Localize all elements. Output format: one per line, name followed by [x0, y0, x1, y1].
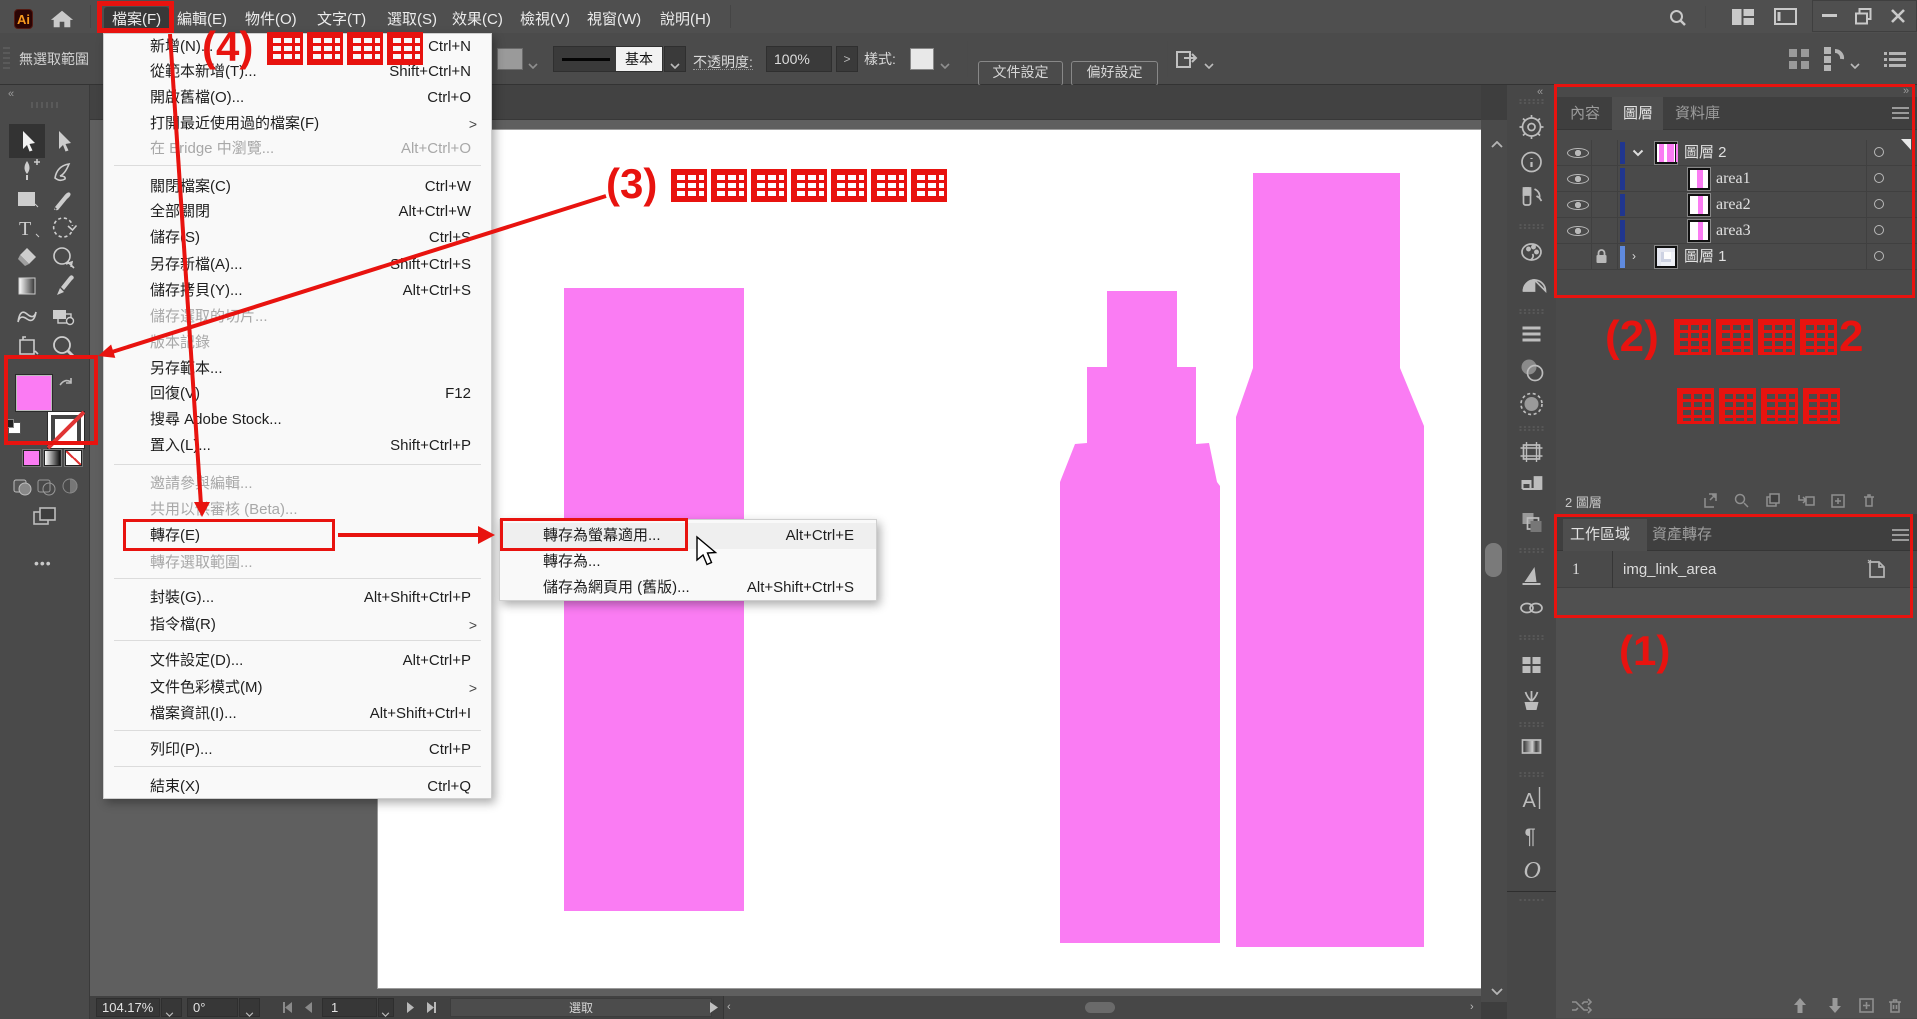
svg-text:O: O — [1524, 858, 1541, 884]
svg-text:¶: ¶ — [1525, 825, 1536, 848]
svg-text:A: A — [1523, 790, 1537, 812]
svg-text:T: T — [19, 218, 31, 240]
